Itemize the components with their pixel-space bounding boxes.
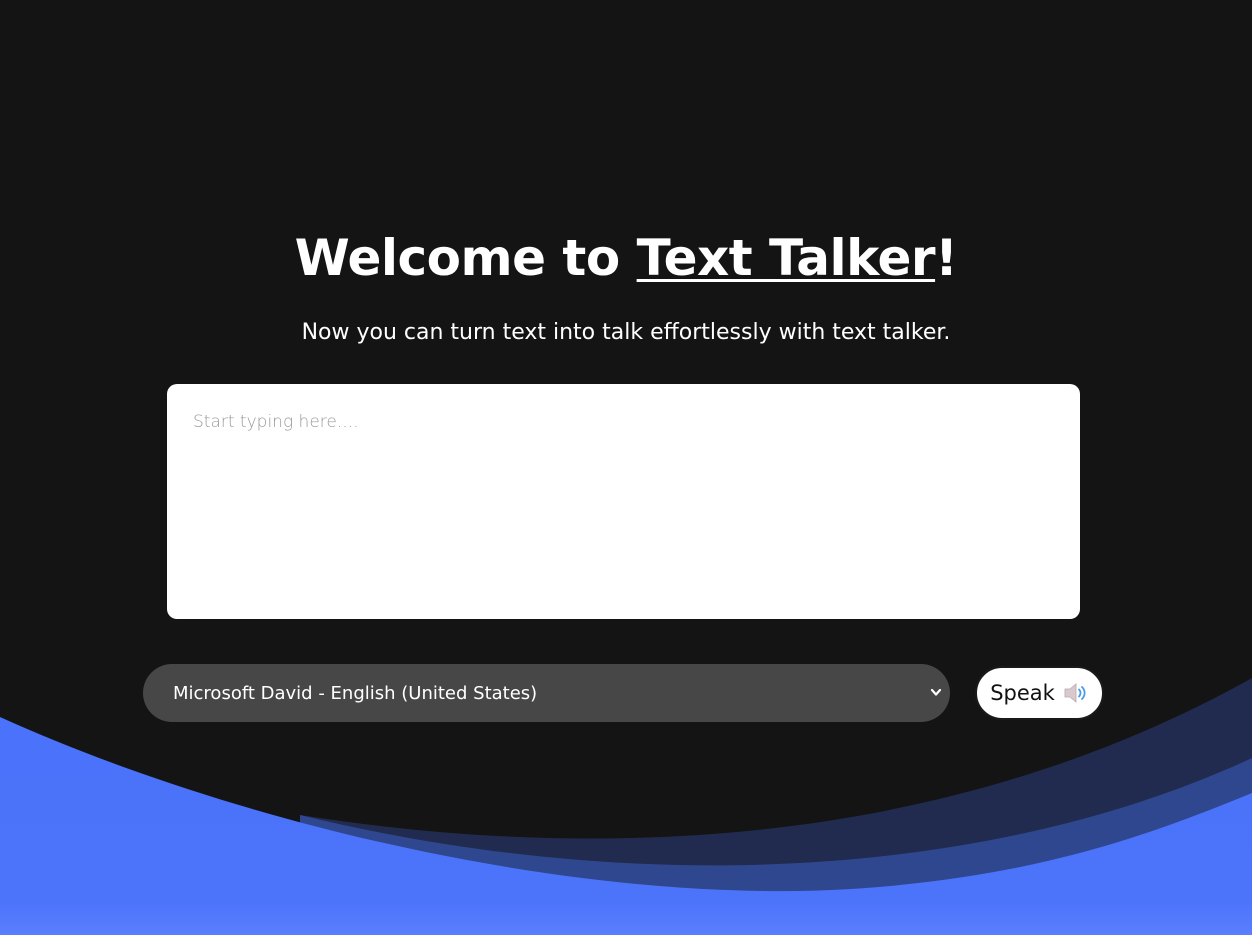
main-content: Welcome to Text Talker! Now you can turn… xyxy=(0,0,1252,935)
page-title: Welcome to Text Talker! xyxy=(0,226,1252,290)
app-page: Welcome to Text Talker! Now you can turn… xyxy=(0,0,1252,935)
speak-button[interactable]: Speak xyxy=(975,666,1104,720)
text-input[interactable] xyxy=(167,384,1080,619)
voice-select[interactable]: Microsoft David - English (United States… xyxy=(143,664,950,722)
speak-button-label: Speak xyxy=(990,681,1055,705)
brand-name: Text Talker xyxy=(636,229,936,287)
speaker-icon xyxy=(1064,683,1086,703)
title-suffix: ! xyxy=(935,229,958,287)
title-prefix: Welcome to xyxy=(294,229,637,287)
page-subtitle: Now you can turn text into talk effortle… xyxy=(301,320,951,345)
